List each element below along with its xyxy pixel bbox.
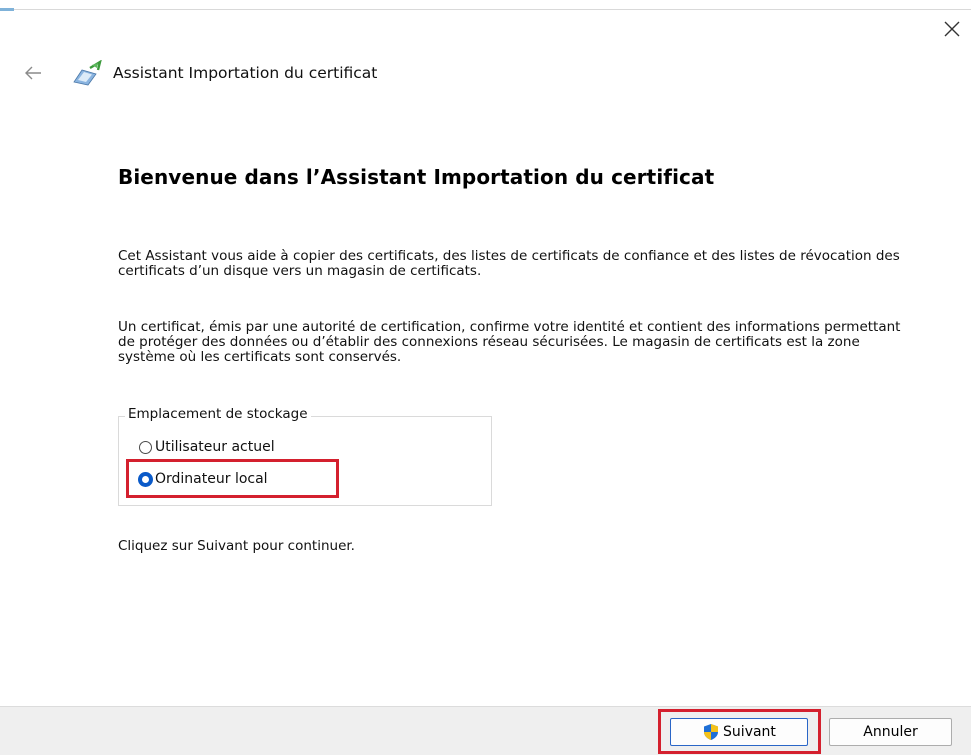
page-heading: Bienvenue dans l’Assistant Importation d… [118,165,715,189]
back-arrow-icon[interactable] [22,62,44,84]
intro-paragraph: Cet Assistant vous aide à copier des cer… [118,248,900,279]
radio-checked-icon[interactable] [138,471,153,487]
radio-current-user[interactable]: Utilisateur actuel [139,439,275,455]
radio-local-machine[interactable]: Ordinateur local [138,471,268,487]
next-button[interactable]: Suivant [670,718,808,746]
radio-local-machine-label[interactable]: Ordinateur local [155,471,268,487]
uac-shield-icon [704,724,719,740]
certificate-description-paragraph: Un certificat, émis par une autorité de … [118,319,901,365]
certificate-icon [73,60,102,86]
storage-location-group: Emplacement de stockage Utilisateur actu… [118,406,492,506]
footer-bar [0,706,971,755]
close-icon[interactable] [941,18,963,40]
next-button-label: Suivant [723,724,776,740]
window-title: Assistant Importation du certificat [113,64,378,82]
cancel-button[interactable]: Annuler [829,718,952,746]
radio-current-user-label[interactable]: Utilisateur actuel [155,439,275,455]
storage-location-legend: Emplacement de stockage [125,406,311,422]
cancel-button-label: Annuler [863,724,918,740]
title-bar-separator [0,9,971,10]
radio-unchecked-icon[interactable] [139,440,152,454]
title-bar-accent [0,8,14,11]
continue-instruction: Cliquez sur Suivant pour continuer. [118,538,355,554]
